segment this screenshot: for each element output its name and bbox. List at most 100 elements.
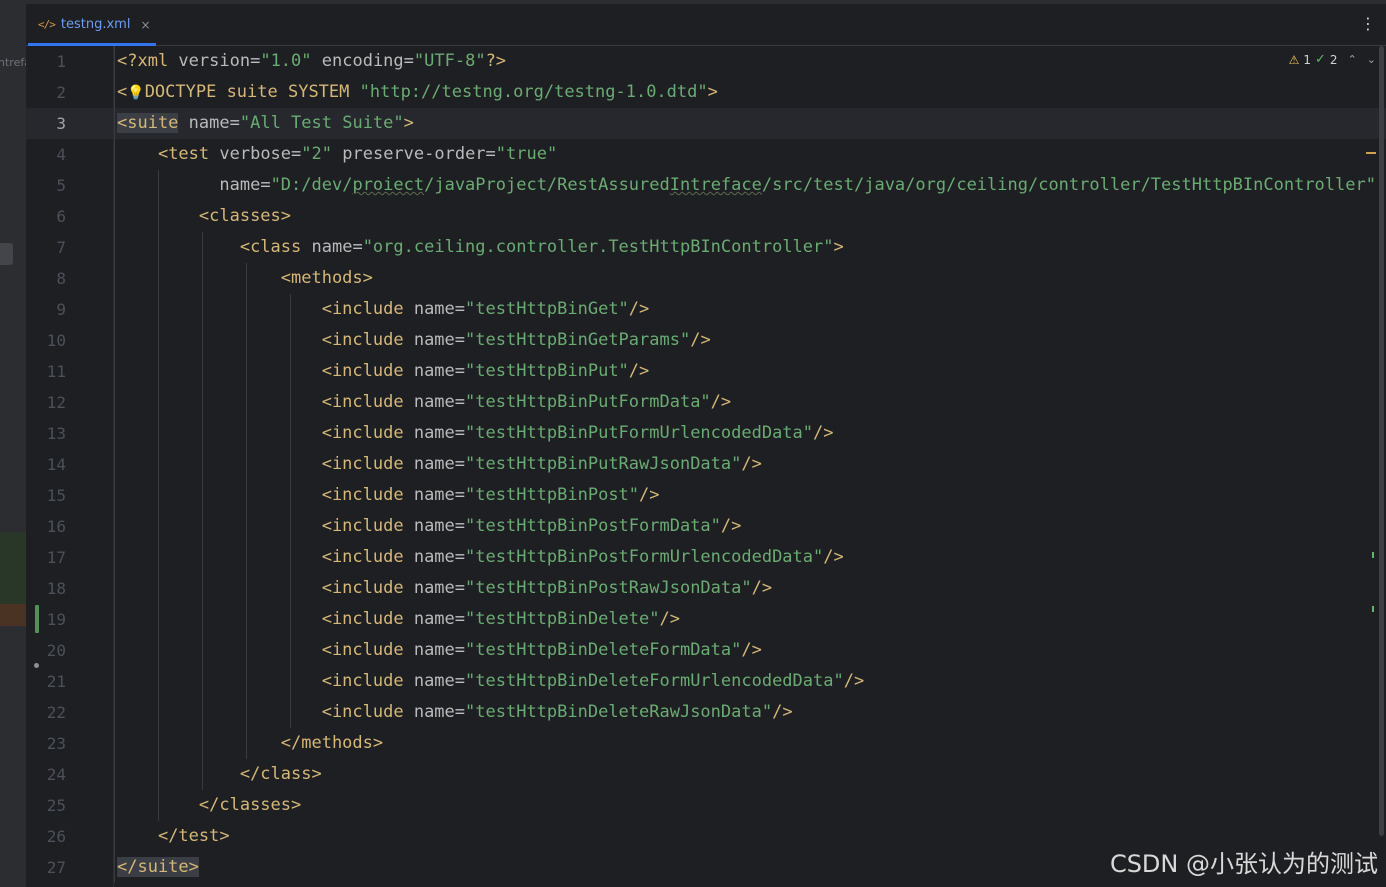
code-token: "testHttpBinPostFormUrlencodedData" bbox=[465, 547, 824, 567]
code-token: <include bbox=[321, 578, 414, 598]
code-token: </test> bbox=[157, 826, 230, 846]
code-token: = bbox=[454, 299, 466, 319]
code-token: </classes> bbox=[198, 795, 302, 815]
code-token: name bbox=[413, 423, 455, 443]
error-stripe-mark[interactable] bbox=[1372, 606, 1374, 612]
code-token: = bbox=[454, 609, 466, 629]
tab-testng-xml[interactable]: </> testng.xml × bbox=[28, 4, 156, 46]
line-number: 13 bbox=[46, 424, 66, 443]
xml-file-icon: </> bbox=[38, 18, 56, 31]
code-token: version bbox=[178, 51, 251, 71]
code-line[interactable]: 13 <include name="testHttpBinPutFormUrle… bbox=[26, 418, 1386, 449]
close-icon[interactable]: × bbox=[140, 18, 150, 32]
code-line[interactable]: 17 <include name="testHttpBinPostFormUrl… bbox=[26, 542, 1386, 573]
code-token: = bbox=[485, 144, 496, 164]
next-highlight-icon[interactable]: ⌄ bbox=[1367, 53, 1376, 66]
code-line[interactable]: 19 <include name="testHttpBinDelete"/> bbox=[26, 604, 1386, 635]
code-token: "testHttpBinPostRawJsonData" bbox=[465, 578, 752, 598]
indent-guide bbox=[246, 263, 247, 759]
scrollbar-thumb[interactable] bbox=[1379, 46, 1384, 836]
code-line[interactable]: 18 <include name="testHttpBinPostRawJson… bbox=[26, 573, 1386, 604]
error-stripe-mark[interactable] bbox=[1372, 552, 1374, 558]
code-line[interactable]: 25 </classes> bbox=[26, 790, 1386, 821]
code-line[interactable]: 9 <include name="testHttpBinGet"/> bbox=[26, 294, 1386, 325]
code-text: <include name="testHttpBinPut"/> bbox=[117, 356, 650, 387]
code-editor[interactable]: 1 <?xml version="1.0" encoding="UTF-8"?> 2… bbox=[26, 46, 1386, 887]
code-line[interactable]: 21 <include name="testHttpBinDeleteFormU… bbox=[26, 666, 1386, 697]
code-text: <include name="testHttpBinDeleteFormData… bbox=[117, 635, 762, 666]
code-token: <include bbox=[321, 299, 414, 319]
code-token: "testHttpBinGet" bbox=[465, 299, 629, 319]
code-line[interactable]: 15 <include name="testHttpBinPost"/> bbox=[26, 480, 1386, 511]
line-number: 16 bbox=[46, 517, 66, 536]
line-number: 1 bbox=[56, 52, 66, 71]
code-line[interactable]: 22 <include name="testHttpBinDeleteRawJs… bbox=[26, 697, 1386, 728]
code-line[interactable]: 10 <include name="testHttpBinGetParams"/… bbox=[26, 325, 1386, 356]
code-token: = bbox=[260, 175, 271, 195]
code-token: <methods> bbox=[280, 268, 373, 288]
code-token: "testHttpBinPutFormData" bbox=[465, 392, 711, 412]
code-token: <include bbox=[321, 640, 414, 660]
code-token: </suite> bbox=[117, 857, 199, 877]
line-number: 27 bbox=[46, 858, 66, 877]
code-token: "testHttpBinDelete" bbox=[465, 609, 660, 629]
vcs-change-marker[interactable] bbox=[35, 605, 39, 633]
code-line[interactable]: 16 <include name="testHttpBinPostFormDat… bbox=[26, 511, 1386, 542]
code-line[interactable]: 5 name="D:/dev/proiect/javaProject/RestA… bbox=[26, 170, 1386, 201]
code-line[interactable]: 24 </class> bbox=[26, 759, 1386, 790]
error-stripe-mark[interactable] bbox=[1366, 152, 1376, 154]
panel-resize-handle[interactable] bbox=[0, 243, 13, 265]
code-token: = bbox=[352, 237, 363, 257]
code-line[interactable]: 2 <💡DOCTYPE suite SYSTEM "http://testng.o… bbox=[26, 77, 1386, 108]
code-token: name bbox=[413, 578, 455, 598]
code-text: <classes> bbox=[117, 201, 291, 232]
breakpoint-dot-icon[interactable] bbox=[34, 663, 39, 668]
line-number: 25 bbox=[46, 796, 66, 815]
indent-guide bbox=[202, 232, 203, 790]
code-text: </class> bbox=[117, 759, 322, 790]
code-token: name bbox=[413, 330, 455, 350]
code-token: /> bbox=[741, 454, 762, 474]
indent-guide bbox=[158, 170, 159, 821]
code-text: <include name="testHttpBinPutRawJsonData… bbox=[117, 449, 762, 480]
code-token: name bbox=[413, 299, 455, 319]
code-line[interactable]: 6 <classes> bbox=[26, 201, 1386, 232]
code-text: <test verbose="2" preserve-order="true" bbox=[117, 139, 557, 170]
code-token: name bbox=[413, 547, 455, 567]
code-line[interactable]: 3 <suite name="All Test Suite"> bbox=[26, 108, 1386, 139]
previous-highlight-icon[interactable]: ⌃ bbox=[1348, 53, 1357, 66]
code-token: <?xml bbox=[117, 51, 179, 71]
code-token: name bbox=[413, 516, 455, 536]
code-line[interactable]: 12 <include name="testHttpBinPutFormData… bbox=[26, 387, 1386, 418]
code-text: <include name="testHttpBinGet"/> bbox=[117, 294, 650, 325]
line-number: 24 bbox=[46, 765, 66, 784]
intention-bulb-icon[interactable]: 💡 bbox=[127, 85, 144, 101]
vcs-modified-highlight bbox=[0, 604, 26, 626]
code-line[interactable]: 4 <test verbose="2" preserve-order="true… bbox=[26, 139, 1386, 170]
code-line[interactable]: 11 <include name="testHttpBinPut"/> bbox=[26, 356, 1386, 387]
code-line[interactable]: 20 <include name="testHttpBinDeleteFormD… bbox=[26, 635, 1386, 666]
code-line[interactable]: 14 <include name="testHttpBinPutRawJsonD… bbox=[26, 449, 1386, 480]
code-token: /javaProject/RestAssured bbox=[424, 175, 670, 195]
vertical-scrollbar[interactable] bbox=[1376, 46, 1386, 887]
left-tool-panel: ntrefa bbox=[0, 0, 26, 887]
code-token: name bbox=[413, 485, 455, 505]
code-text: <methods> bbox=[117, 263, 373, 294]
line-number: 18 bbox=[46, 579, 66, 598]
code-text: <suite name="All Test Suite"> bbox=[117, 108, 414, 139]
left-panel-clipped-text: ntrefa bbox=[0, 56, 26, 69]
code-line[interactable]: 7 <class name="org.ceiling.controller.Te… bbox=[26, 232, 1386, 263]
code-token: <classes> bbox=[198, 206, 292, 226]
code-token: /> bbox=[639, 485, 660, 505]
line-number: 4 bbox=[56, 145, 66, 164]
code-text: <include name="testHttpBinPutFormData"/> bbox=[117, 387, 731, 418]
code-line[interactable]: 1 <?xml version="1.0" encoding="UTF-8"?> bbox=[26, 46, 1386, 77]
code-text: </classes> bbox=[117, 790, 301, 821]
code-token: </class> bbox=[239, 764, 322, 784]
more-options-icon[interactable]: ⋮ bbox=[1360, 14, 1376, 34]
code-token: = bbox=[454, 454, 466, 474]
code-line[interactable]: 23 </methods> bbox=[26, 728, 1386, 759]
inspection-widget[interactable]: ⚠ 1 ✓ 2 ⌃ ⌄ bbox=[1289, 52, 1376, 67]
code-line[interactable]: 8 <methods> bbox=[26, 263, 1386, 294]
